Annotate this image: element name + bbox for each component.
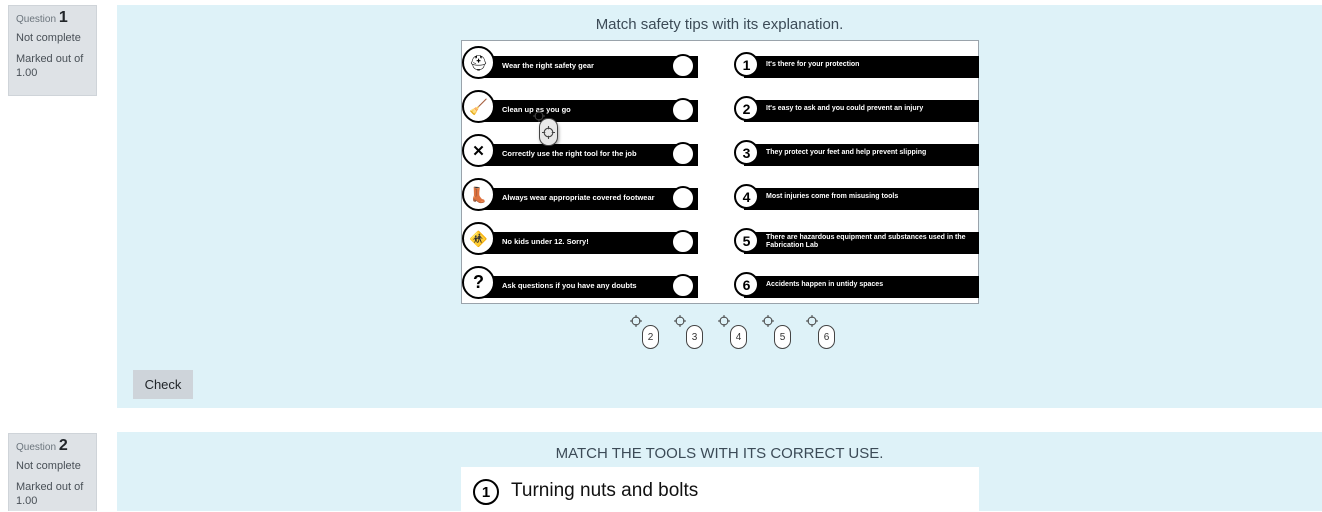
- explanation-label: It's there for your protection: [766, 61, 860, 68]
- explanation-row-3: 3 They protect your feet and help preven…: [734, 134, 979, 178]
- question-text: MATCH THE TOOLS WITH ITS CORRECT USE.: [555, 445, 884, 462]
- explanation-row-5: 5 There are hazardous equipment and subs…: [734, 222, 979, 266]
- drag-item-6[interactable]: 6: [818, 325, 835, 349]
- drop-zone-5[interactable]: [671, 230, 695, 254]
- question-number: Question 1: [16, 9, 89, 27]
- explanation-label: There are hazardous equipment and substa…: [766, 234, 966, 249]
- drag-item-3[interactable]: 3: [686, 325, 703, 349]
- tip-label: Correctly use the right tool for the job: [502, 149, 637, 158]
- question-status: Not complete: [16, 32, 81, 44]
- question-number-value: 1: [58, 9, 68, 26]
- helmet-icon: ⛑: [462, 46, 495, 79]
- question-number-value: 2: [58, 437, 68, 454]
- tip-label: No kids under 12. Sorry!: [502, 237, 589, 246]
- drop-board-image: ⛑ Wear the right safety gear 🧹 Clean up …: [461, 40, 979, 304]
- question-marked: Marked out of 1.00: [16, 481, 84, 507]
- explanation-number: 1: [734, 52, 759, 77]
- explanation-label: It's easy to ask and you could prevent a…: [766, 105, 924, 112]
- question-prefix: Question: [16, 14, 57, 25]
- drag-item-4[interactable]: 4: [730, 325, 747, 349]
- explanation-row-6: 6 Accidents happen in untidy spaces: [734, 266, 979, 310]
- tip-label: Always wear appropriate covered footwear: [502, 193, 655, 202]
- drag-item-2[interactable]: 2: [642, 325, 659, 349]
- tip-row-5: 🚸 No kids under 12. Sorry!: [462, 222, 702, 266]
- item-label: Turning nuts and bolts: [511, 480, 699, 501]
- tip-row-4: 👢 Always wear appropriate covered footwe…: [462, 178, 702, 222]
- explanation-number: 5: [734, 228, 759, 253]
- move-icon: [674, 315, 686, 327]
- question-panel-2: MATCH THE TOOLS WITH ITS CORRECT USE. 1 …: [117, 432, 1322, 512]
- move-cursor-icon: [533, 110, 545, 122]
- question-info-2: Question 2 Not complete Marked out of 1.…: [8, 433, 97, 511]
- move-icon: [630, 315, 642, 327]
- drop-zone-4[interactable]: [671, 186, 695, 210]
- tip-row-3: ✕ Correctly use the right tool for the j…: [462, 134, 702, 178]
- question-info-1: Question 1 Not complete Marked out of 1.…: [8, 5, 97, 96]
- explanation-label: They protect your feet and help prevent …: [766, 149, 927, 156]
- explanation-number: 2: [734, 96, 759, 121]
- item-number: 1: [473, 479, 499, 505]
- move-icon: [718, 315, 730, 327]
- check-button[interactable]: Check: [133, 370, 193, 399]
- tip-row-6: ? Ask questions if you have any doubts: [462, 266, 702, 310]
- drop-zone-6[interactable]: [671, 274, 695, 298]
- explanation-number: 6: [734, 272, 759, 297]
- question-panel-1: Match safety tips with its explanation. …: [117, 5, 1322, 408]
- move-icon: [762, 315, 774, 327]
- question-marked: Marked out of 1.00: [16, 53, 84, 79]
- tip-label: Wear the right safety gear: [502, 61, 594, 70]
- drop-zone-2[interactable]: [671, 98, 695, 122]
- explanation-row-1: 1 It's there for your protection: [734, 46, 979, 90]
- drop-board-image: 1 Turning nuts and bolts: [461, 467, 979, 512]
- drop-zone-1[interactable]: [671, 54, 695, 78]
- tip-label: Ask questions if you have any doubts: [502, 281, 637, 290]
- boot-icon: 👢: [462, 178, 495, 211]
- explanation-label: Accidents happen in untidy spaces: [766, 281, 884, 288]
- explanation-number: 3: [734, 140, 759, 165]
- explanation-label: Most injuries come from misusing tools: [766, 193, 899, 200]
- explanation-row-2: 2 It's easy to ask and you could prevent…: [734, 90, 979, 134]
- tip-row-2: 🧹 Clean up as you go: [462, 90, 702, 134]
- explanation-row-4: 4 Most injuries come from misusing tools: [734, 178, 979, 222]
- broom-icon: 🧹: [462, 90, 495, 123]
- move-icon: [542, 125, 555, 139]
- move-icon: [806, 315, 818, 327]
- drop-zone-3[interactable]: [671, 142, 695, 166]
- question-icon: ?: [462, 266, 495, 299]
- explanation-number: 4: [734, 184, 759, 209]
- question-number: Question 2: [16, 437, 89, 455]
- question-prefix: Question: [16, 442, 57, 453]
- question-status: Not complete: [16, 460, 81, 472]
- tools-icon: ✕: [462, 134, 495, 167]
- tip-row-1: ⛑ Wear the right safety gear: [462, 46, 702, 90]
- question-text: Match safety tips with its explanation.: [595, 16, 844, 33]
- drag-item-5[interactable]: 5: [774, 325, 791, 349]
- no-kids-icon: 🚸: [462, 222, 495, 255]
- dragging-item[interactable]: [539, 118, 558, 146]
